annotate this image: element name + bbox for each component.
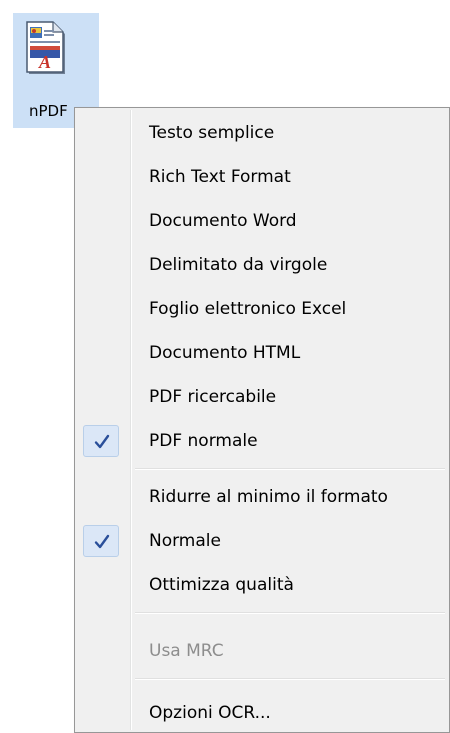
menu-item-rich-text-format[interactable]: Rich Text Format [77,156,447,198]
menu-item-testo-semplice[interactable]: Testo semplice [77,112,447,154]
context-menu: Testo semplice Rich Text Format Document… [74,107,450,733]
checkmark-icon [94,534,110,549]
menu-item-delimitato-da-virgole[interactable]: Delimitato da virgole [77,244,447,286]
menu-separator [135,612,445,614]
menu-separator [135,468,445,470]
checkmark-highlight [83,425,119,457]
menu-item-usa-mrc: Usa MRC [77,630,447,672]
menu-item-pdf-normale[interactable]: PDF normale [77,420,447,462]
menu-item-normale[interactable]: Normale [77,520,447,562]
menu-item-label: Testo semplice [149,123,275,143]
menu-item-ottimizza-qualita[interactable]: Ottimizza qualità [77,564,447,606]
menu-item-opzioni-ocr[interactable]: Opzioni OCR... [77,692,447,733]
menu-item-label: Foglio elettronico Excel [149,299,347,319]
menu-item-foglio-elettronico-excel[interactable]: Foglio elettronico Excel [77,288,447,330]
checkmark-icon [94,434,110,449]
menu-item-label: Opzioni OCR... [149,703,271,723]
menu-item-label: PDF normale [149,431,258,451]
menu-item-label: Ottimizza qualità [149,575,294,595]
menu-item-label: Normale [149,531,221,551]
svg-text:A: A [38,52,51,72]
menu-item-label: Delimitato da virgole [149,255,328,275]
menu-item-documento-word[interactable]: Documento Word [77,200,447,242]
menu-item-documento-html[interactable]: Documento HTML [77,332,447,374]
menu-item-pdf-ricercabile[interactable]: PDF ricercabile [77,376,447,418]
menu-item-label: Documento HTML [149,343,301,363]
desktop: A nPDF Testo semplice Rich Text Format D… [0,0,450,733]
menu-item-label: Usa MRC [149,641,224,661]
menu-item-label: Ridurre al minimo il formato [149,487,388,507]
checkmark-highlight [83,525,119,557]
menu-item-label: PDF ricercabile [149,387,277,407]
menu-separator [135,678,445,680]
menu-item-ridurre-al-minimo-il-formato[interactable]: Ridurre al minimo il formato [77,476,447,518]
pdf-document-icon: A [26,21,65,74]
menu-item-label: Documento Word [149,211,297,231]
menu-item-label: Rich Text Format [149,167,291,187]
file-name-label: nPDF [29,102,68,120]
